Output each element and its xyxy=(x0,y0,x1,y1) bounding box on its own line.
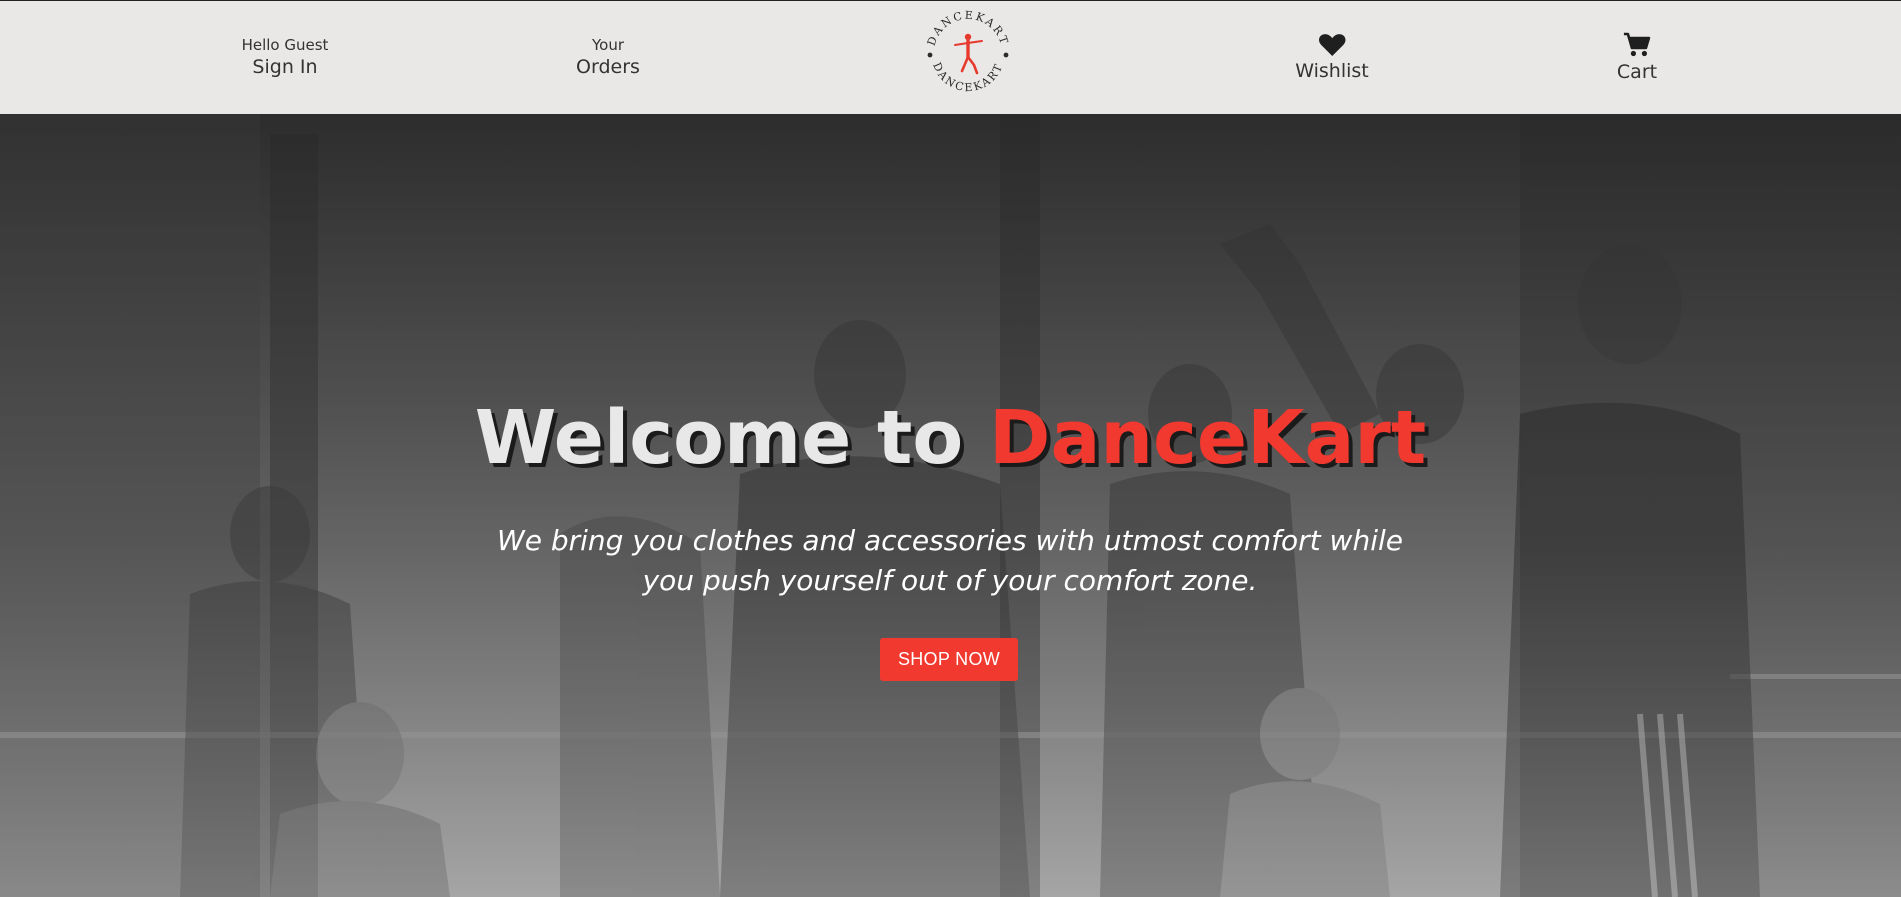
sign-in-label: Sign In xyxy=(252,56,318,78)
site-header: Hello Guest Sign In Your Orders DANCEKAR… xyxy=(0,0,1901,114)
hero-title: Welcome to DanceKart xyxy=(0,393,1901,483)
cart-link[interactable]: Cart xyxy=(1617,1,1657,115)
orders-label: Orders xyxy=(576,56,640,78)
hero-banner: Welcome to DanceKart We bring you clothe… xyxy=(0,114,1901,897)
hero-title-brand: DanceKart xyxy=(989,395,1427,481)
orders-top-label: Your xyxy=(591,36,625,54)
hero-background-image xyxy=(0,114,1901,897)
orders-link[interactable]: Your Orders xyxy=(576,1,640,115)
shop-now-button[interactable]: SHOP NOW xyxy=(880,638,1018,681)
sign-in-link[interactable]: Hello Guest Sign In xyxy=(242,1,329,115)
heart-icon xyxy=(1318,33,1346,57)
wishlist-link[interactable]: Wishlist xyxy=(1295,1,1369,115)
cart-icon xyxy=(1623,32,1651,58)
guest-greeting: Hello Guest xyxy=(241,36,329,54)
hero-title-prefix: Welcome to xyxy=(474,395,990,481)
dancekart-logo[interactable]: DANCEKART DANCEKART xyxy=(920,5,1016,101)
wishlist-label: Wishlist xyxy=(1295,59,1369,82)
cart-label: Cart xyxy=(1616,60,1658,83)
hero-subtitle: We bring you clothes and accessories wit… xyxy=(497,524,1403,597)
svg-text:DANCEKART: DANCEKART xyxy=(930,60,1006,94)
